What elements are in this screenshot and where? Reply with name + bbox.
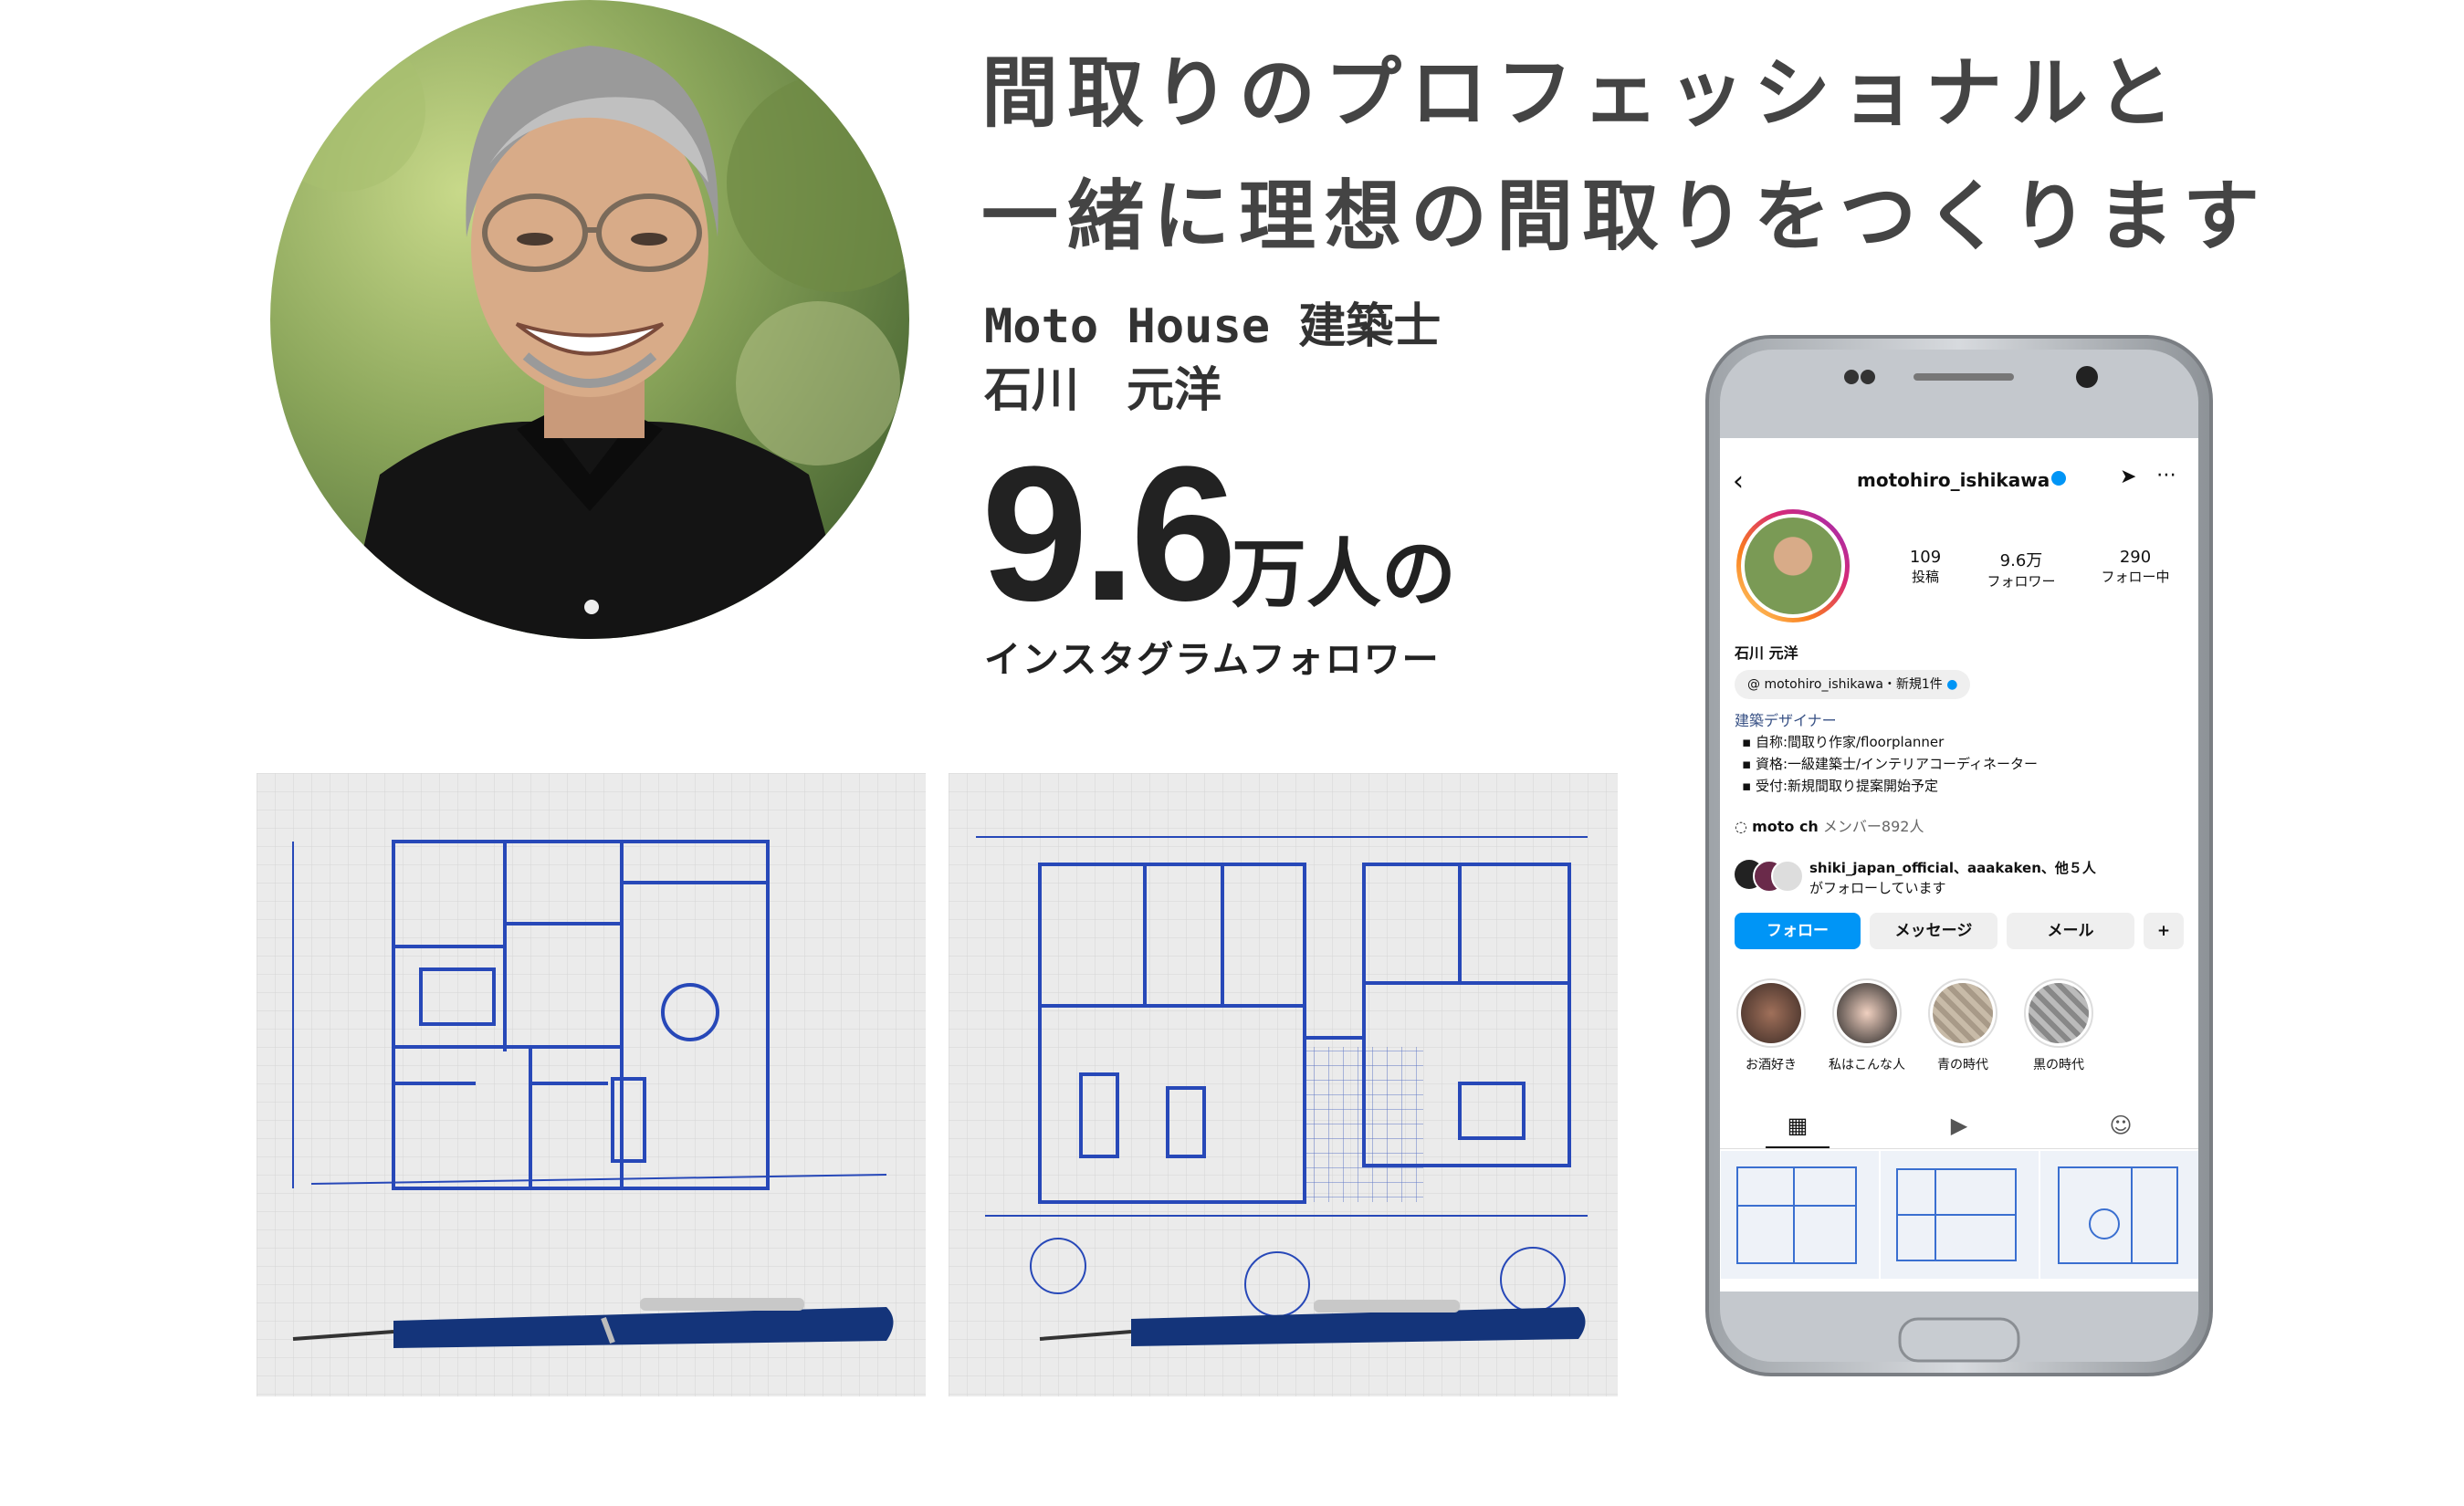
instagram-profile-screen: ‹ motohiro_ishikawa ➤ ⋯ 109 投稿 9.6万 フォロワ… [1720, 438, 2198, 1292]
channel-icon: ◌ [1735, 818, 1747, 835]
grid-tab-icon[interactable]: ▦ [1766, 1104, 1830, 1148]
message-button[interactable]: メッセージ [1870, 913, 1997, 949]
send-icon[interactable]: ➤ [2120, 465, 2136, 488]
reels-tab-icon[interactable]: ▶ [1927, 1104, 1991, 1146]
floor-plan-sketch-2 [949, 773, 1618, 1396]
threads-badge[interactable]: @ motohiro_ishikawa・新規1件 ● [1735, 670, 1971, 699]
profile-tabs: ▦ ▶ ☺ [1720, 1104, 2198, 1149]
stat-following[interactable]: 290 フォロー中 [2085, 548, 2186, 586]
profile-username: motohiro_ishikawa [1857, 469, 2050, 491]
stat-posts[interactable]: 109 投稿 [1898, 548, 1953, 586]
headline-line-2: 一緒に理想の間取りをつくります [981, 172, 2270, 261]
profile-avatar[interactable] [1736, 509, 1850, 622]
follower-caption: インスタグラムフォロワー [984, 639, 1441, 681]
bio-line-1: ▪ 自称:間取り作家/floorplanner [1742, 734, 1945, 750]
post-thumbnail-1[interactable] [1720, 1150, 1880, 1280]
new-dot-icon: ● [1946, 677, 1958, 692]
threads-icon: @ [1747, 677, 1760, 692]
mutual-avatars[interactable] [1735, 856, 1804, 893]
follower-count: 9.6万人の [981, 438, 1456, 630]
back-arrow-icon[interactable]: ‹ [1733, 465, 1744, 497]
follower-unit: 万人 [1231, 531, 1381, 618]
headline-line-1: 間取りのプロフェッショナルと [981, 48, 2184, 138]
followed-by-text[interactable]: shiki_japan_official、aaakaken、他５人 [1809, 858, 2096, 877]
highlight-4[interactable]: 黒の時代 [2017, 978, 2101, 1073]
follow-button[interactable]: フォロー [1735, 913, 1861, 949]
brand-title: Moto House 建築士 [984, 299, 1442, 354]
person-name: 石川 元洋 [984, 363, 1222, 418]
email-button[interactable]: メール [2007, 913, 2134, 949]
highlight-2[interactable]: 私はこんな人 [1825, 978, 1909, 1073]
post-thumbnail-2[interactable] [1880, 1150, 2039, 1280]
bio-line-2: ▪ 資格:一級建築士/インテリアコーディネーター [1742, 756, 2038, 772]
followed-by-text-2: がフォローしています [1809, 880, 1946, 896]
post-thumbnail-3[interactable] [2039, 1150, 2198, 1280]
highlight-1[interactable]: お酒好き [1729, 978, 1813, 1073]
stat-followers[interactable]: 9.6万 フォロワー [1971, 548, 2071, 591]
portrait-photo [270, 0, 909, 639]
follower-particle: の [1380, 531, 1456, 618]
follower-number: 9.6 [981, 426, 1237, 641]
verified-badge-icon [2051, 471, 2066, 486]
display-name: 石川 元洋 [1735, 644, 1798, 662]
bio-line-3: ▪ 受付:新規間取り提案開始予定 [1742, 778, 1938, 794]
tagged-tab-icon[interactable]: ☺ [2089, 1104, 2153, 1146]
add-person-icon[interactable]: + [2144, 913, 2184, 949]
floor-plan-sketch-1 [257, 773, 926, 1396]
profile-category: 建築デザイナー [1735, 712, 1837, 729]
highlight-3[interactable]: 青の時代 [1921, 978, 2005, 1073]
broadcast-channel[interactable]: ◌ moto ch メンバー892人 [1735, 814, 1924, 836]
more-icon[interactable]: ⋯ [2156, 464, 2176, 486]
